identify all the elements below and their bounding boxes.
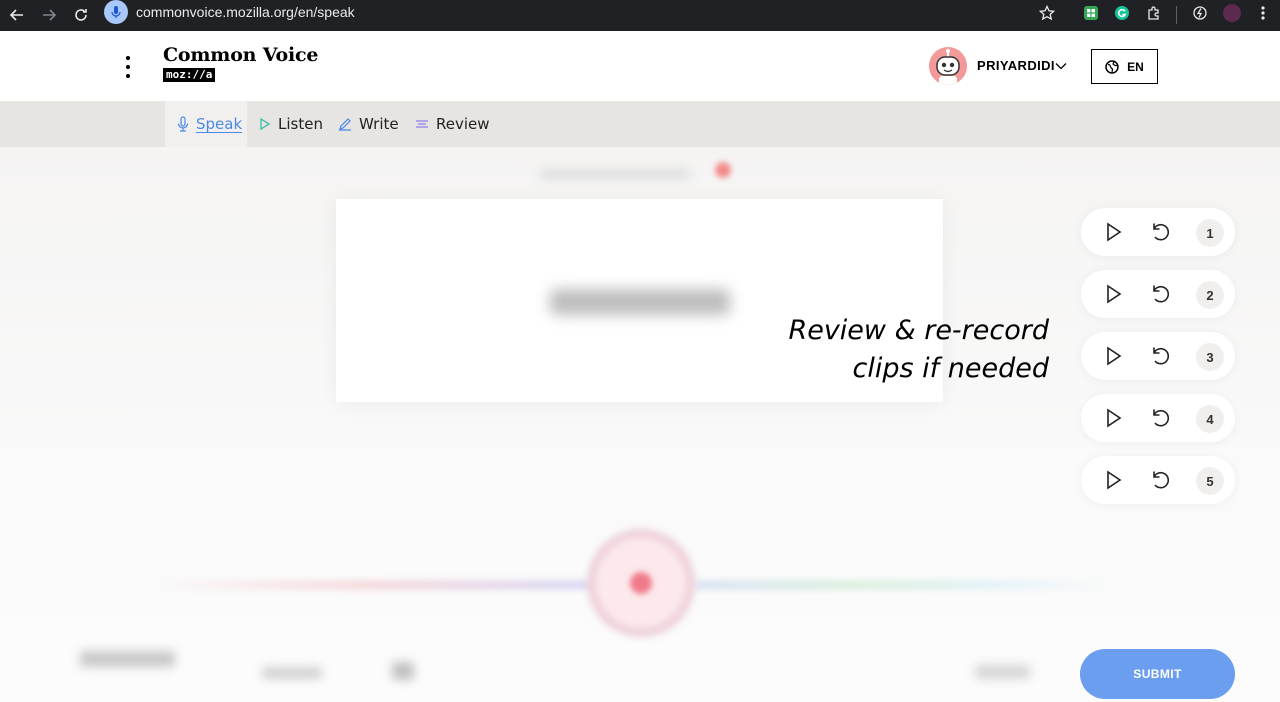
performance-icon[interactable] <box>1189 2 1211 24</box>
tab-write[interactable]: Write <box>338 101 399 147</box>
site-header: Common Voice moz://a PRIYARDIDI EN <box>0 31 1280 101</box>
browser-toolbar: commonvoice.mozilla.org/en/speak <box>0 0 1280 31</box>
hint-line-1: Review & re-record <box>788 315 1049 346</box>
language-label: EN <box>1127 59 1144 74</box>
back-icon[interactable] <box>6 4 28 26</box>
play-icon[interactable] <box>1101 282 1125 306</box>
re-record-icon[interactable] <box>1149 344 1173 368</box>
microphone-icon <box>104 0 128 24</box>
re-record-icon[interactable] <box>1149 406 1173 430</box>
browser-menu-icon[interactable] <box>1252 2 1274 24</box>
clip-row: 1 <box>1081 208 1235 256</box>
microphone-icon <box>177 116 189 132</box>
guidelines-link-blurred <box>392 662 414 680</box>
re-record-icon[interactable] <box>1149 220 1173 244</box>
clip-row: 5 <box>1081 456 1235 504</box>
play-icon <box>260 117 271 131</box>
clip-row: 4 <box>1081 394 1235 442</box>
main-tabs: Speak Listen Write Review <box>0 101 1280 147</box>
play-icon[interactable] <box>1101 406 1125 430</box>
speak-area: Review & re-record clips if needed 1 2 3… <box>0 147 1280 702</box>
clip-number: 5 <box>1196 467 1224 495</box>
extensions-puzzle-icon[interactable] <box>1143 2 1165 24</box>
clip-number: 3 <box>1196 343 1224 371</box>
tab-label: Listen <box>278 115 323 133</box>
username[interactable]: PRIYARDIDI <box>977 58 1055 73</box>
tab-listen[interactable]: Listen <box>259 101 323 147</box>
url-text: commonvoice.mozilla.org/en/speak <box>136 4 355 20</box>
clip-row: 2 <box>1081 270 1235 318</box>
menu-kebab-icon[interactable] <box>121 56 135 78</box>
forward-icon[interactable] <box>38 4 60 26</box>
shortcuts-link-blurred <box>80 651 175 667</box>
review-hint: Review & re-record clips if needed <box>788 312 1049 388</box>
re-record-icon[interactable] <box>1149 282 1173 306</box>
tab-label: Review <box>436 115 490 133</box>
logo-title[interactable]: Common Voice <box>163 44 318 66</box>
clip-number: 2 <box>1196 281 1224 309</box>
play-icon[interactable] <box>1101 344 1125 368</box>
record-dot-blurred <box>630 572 652 594</box>
lines-icon <box>416 120 428 128</box>
tab-label: Write <box>359 115 399 133</box>
mozilla-logo[interactable]: moz://a <box>163 68 216 82</box>
skip-button-blurred <box>975 665 1030 679</box>
waveform-right-blurred <box>694 582 1114 588</box>
globe-icon <box>1105 59 1119 74</box>
hint-line-2: clips if needed <box>852 353 1049 384</box>
pencil-icon <box>339 118 351 131</box>
skip-link-blurred <box>540 169 690 179</box>
re-record-icon[interactable] <box>1149 468 1173 492</box>
clip-number: 1 <box>1196 219 1224 247</box>
toolbar-divider <box>1176 6 1177 24</box>
play-icon[interactable] <box>1101 468 1125 492</box>
sheets-extension-icon[interactable] <box>1080 2 1102 24</box>
bookmark-star-icon[interactable] <box>1036 2 1058 24</box>
report-link-blurred <box>262 667 322 679</box>
address-bar[interactable]: commonvoice.mozilla.org/en/speak <box>104 0 355 24</box>
sentence-text-blurred <box>550 289 730 315</box>
tab-label: Speak <box>196 115 243 133</box>
chevron-down-icon[interactable] <box>1054 58 1068 72</box>
waveform-left-blurred <box>150 582 590 588</box>
avatar[interactable] <box>929 47 967 85</box>
play-icon[interactable] <box>1101 220 1125 244</box>
profile-avatar-icon[interactable] <box>1221 2 1243 24</box>
clip-row: 3 <box>1081 332 1235 380</box>
grammarly-extension-icon[interactable] <box>1111 2 1133 24</box>
tab-review[interactable]: Review <box>415 101 490 147</box>
robot-avatar-icon <box>929 47 967 85</box>
tab-speak[interactable]: Speak <box>165 101 247 147</box>
skip-icon-blurred <box>715 162 731 178</box>
reload-icon[interactable] <box>70 4 92 26</box>
clip-number: 4 <box>1196 405 1224 433</box>
language-button[interactable]: EN <box>1091 49 1158 84</box>
submit-button[interactable]: SUBMIT <box>1080 649 1235 699</box>
